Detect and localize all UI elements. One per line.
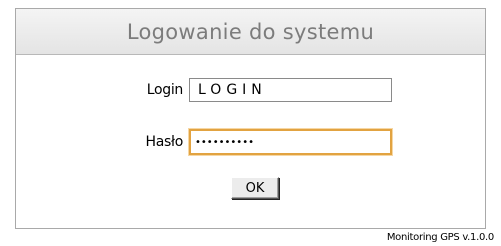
login-page: Logowanie do systemu Login Hasło OK Moni…: [0, 0, 501, 246]
login-row: Login: [16, 78, 485, 102]
password-input[interactable]: [189, 129, 392, 155]
version-label: Monitoring GPS v.1.0.0: [386, 232, 494, 243]
panel-title: Logowanie do systemu: [126, 19, 375, 44]
ok-button[interactable]: OK: [231, 177, 279, 199]
password-row: Hasło: [16, 129, 485, 155]
panel-header: Logowanie do systemu: [16, 9, 485, 55]
login-input[interactable]: [189, 78, 392, 102]
login-label: Login: [146, 82, 184, 98]
password-label: Hasło: [145, 134, 184, 150]
login-panel: Logowanie do systemu Login Hasło OK: [15, 8, 486, 229]
